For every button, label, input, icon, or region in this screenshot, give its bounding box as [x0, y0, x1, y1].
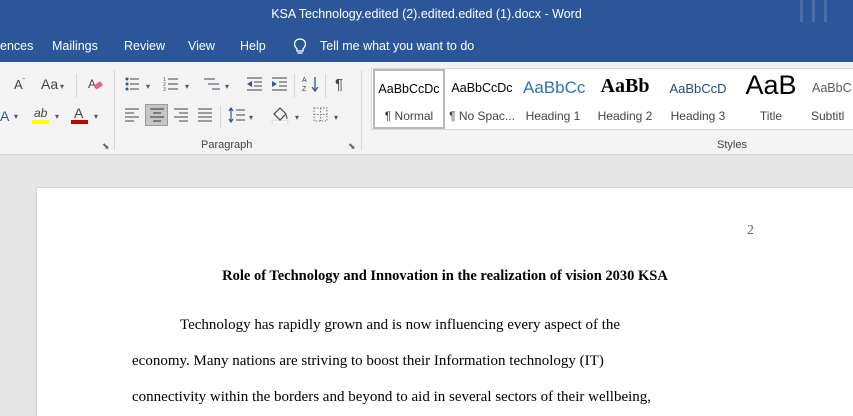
document-line: economy. Many nations are striving to bo…: [132, 353, 604, 369]
font-color-button[interactable]: A: [71, 105, 91, 125]
svg-text:A: A: [88, 77, 96, 91]
style-name: Subtitl: [811, 109, 845, 123]
increase-indent-icon[interactable]: [271, 76, 288, 92]
style-preview: AaBbCcDc: [451, 81, 513, 95]
style-name: Heading 1: [525, 109, 581, 123]
style-name: ¶ Normal: [384, 109, 434, 123]
document-area[interactable]: 2 Role of Technology and Innovation in t…: [0, 155, 853, 416]
align-left-icon[interactable]: [124, 108, 140, 122]
style-preview: AaBb: [600, 75, 650, 97]
sort-icon[interactable]: AZ: [302, 75, 320, 93]
bullets-icon[interactable]: [124, 76, 140, 92]
styles-group-label: Styles: [717, 139, 747, 151]
style-preview: AaB: [745, 70, 797, 100]
style-name: Heading 2: [597, 109, 653, 123]
highlight-color-bar: [32, 120, 49, 124]
style-subtitle[interactable]: AaBbC Subtitl: [808, 69, 853, 129]
ribbon-tabs: ences Mailings Review View Help Tell me …: [0, 30, 853, 62]
tab-mailings[interactable]: Mailings: [52, 39, 98, 53]
multilevel-list-icon[interactable]: [203, 76, 221, 92]
chevron-down-icon[interactable]: ▾: [225, 82, 229, 91]
tab-help[interactable]: Help: [240, 39, 266, 53]
divider: [294, 74, 295, 98]
show-formatting-marks-icon[interactable]: ¶: [335, 77, 343, 92]
tab-view[interactable]: View: [188, 39, 215, 53]
align-center-icon: [150, 108, 164, 122]
justify-icon[interactable]: [197, 108, 213, 122]
tell-me-search[interactable]: Tell me what you want to do: [320, 39, 474, 53]
highlight-label: ab: [34, 106, 48, 120]
numbering-icon[interactable]: 123: [163, 76, 179, 92]
borders-icon[interactable]: [313, 107, 328, 122]
document-line: Technology has rapidly grown and is now …: [180, 317, 621, 333]
chevron-down-icon[interactable]: ▾: [295, 113, 299, 122]
paragraph-group-label: Paragraph: [201, 139, 253, 151]
chevron-down-icon[interactable]: ▾: [146, 82, 150, 91]
style-no-spacing[interactable]: AaBbCcDc ¶ No Spac...: [446, 69, 518, 129]
line-spacing-icon[interactable]: [228, 107, 246, 123]
divider: [114, 70, 115, 150]
style-heading-2[interactable]: AaBb Heading 2: [589, 69, 661, 129]
chevron-down-icon[interactable]: ▾: [55, 112, 59, 121]
tab-references[interactable]: ences: [0, 39, 33, 53]
divider: [76, 74, 77, 98]
highlight-color-button[interactable]: ab: [32, 105, 52, 125]
style-title[interactable]: AaB Title: [735, 69, 807, 129]
tab-review[interactable]: Review: [124, 39, 165, 53]
style-name: Heading 3: [670, 109, 726, 123]
paragraph-dialog-launcher-icon[interactable]: ⬊: [348, 141, 356, 152]
chevron-down-icon[interactable]: ▾: [60, 82, 64, 91]
chevron-down-icon[interactable]: ▾: [14, 112, 18, 121]
divider: [361, 70, 362, 150]
change-case-button[interactable]: Aa: [41, 77, 58, 91]
decrease-indent-icon[interactable]: [246, 76, 263, 92]
divider: [325, 74, 326, 98]
style-heading-1[interactable]: AaBbCc Heading 1: [519, 69, 587, 129]
chevron-down-icon[interactable]: ▾: [185, 82, 189, 91]
style-heading-3[interactable]: AaBbCcD Heading 3: [662, 69, 734, 129]
style-preview: AaBbC: [812, 81, 852, 95]
svg-text:A: A: [302, 77, 307, 84]
text-effects-icon[interactable]: A: [0, 109, 9, 123]
document-heading: Role of Technology and Innovation in the…: [222, 268, 668, 284]
shading-icon[interactable]: [271, 106, 289, 124]
style-preview: AaBbCcD: [669, 81, 727, 96]
window-title: KSA Technology.edited (2).edited.edited …: [271, 7, 582, 21]
chevron-down-icon[interactable]: ▾: [249, 113, 253, 122]
lightbulb-icon[interactable]: [293, 38, 307, 55]
shrink-font-icon[interactable]: Aˇ: [14, 78, 25, 91]
clear-formatting-icon[interactable]: A: [87, 76, 103, 92]
style-normal[interactable]: AaBbCcDc ¶ Normal: [373, 69, 445, 129]
svg-text:3: 3: [163, 87, 166, 92]
chevron-down-icon[interactable]: ▾: [94, 112, 98, 121]
decor-bar: [800, 0, 803, 22]
align-right-icon[interactable]: [173, 108, 189, 122]
font-dialog-launcher-icon[interactable]: ⬊: [102, 141, 110, 152]
styles-gallery: AaBbCcDc ¶ Normal AaBbCcDc ¶ No Spac... …: [371, 68, 853, 130]
chevron-down-icon[interactable]: ▾: [334, 113, 338, 122]
align-center-button[interactable]: [145, 104, 168, 126]
style-name: Title: [759, 109, 783, 123]
page-number: 2: [747, 223, 754, 238]
decor-bar: [812, 0, 815, 22]
font-color-bar: [71, 120, 88, 124]
svg-text:Z: Z: [302, 86, 307, 93]
ribbon: Aˇ Aa ▾ A A ▾ ab ▾ A ▾ ⬊ ▾ 123 ▾ ▾ A Z ¶…: [0, 62, 853, 155]
title-bar: KSA Technology.edited (2).edited.edited …: [0, 0, 853, 30]
document-line: connectivity within the borders and beyo…: [132, 389, 652, 405]
divider: [220, 106, 221, 128]
font-color-label: A: [74, 105, 84, 121]
style-name: ¶ No Spac...: [449, 109, 515, 123]
style-preview: AaBbCcDc: [378, 82, 440, 96]
decor-bar: [824, 0, 827, 22]
document-page[interactable]: 2 Role of Technology and Innovation in t…: [37, 188, 853, 416]
style-preview: AaBbCc: [523, 78, 586, 97]
